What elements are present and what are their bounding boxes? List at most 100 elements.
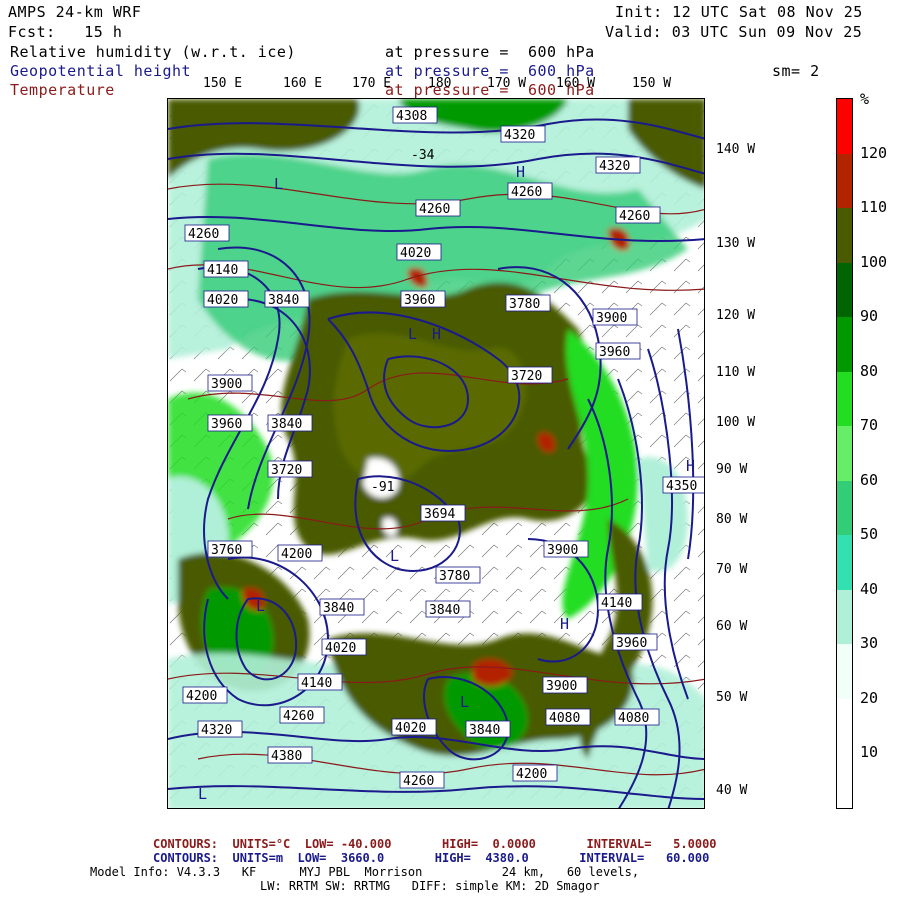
lon-label-right: 140 W	[716, 142, 756, 157]
height-label: 3840	[429, 603, 460, 618]
field-hgt-name: Geopotential height	[10, 62, 192, 80]
high-marker: H	[516, 163, 525, 181]
valid-time: Valid: 03 UTC Sun 09 Nov 25	[605, 23, 863, 41]
lon-label-right: 40 W	[716, 783, 748, 798]
field-rh-name: Relative humidity (w.r.t. ice)	[10, 43, 296, 61]
lon-label-top: 160 E	[283, 76, 323, 91]
height-label: 4350	[666, 479, 697, 494]
footer-model-info: Model Info: V4.3.3 KF MYJ PBL Morrison 2…	[90, 865, 640, 879]
height-label: 4260	[619, 209, 650, 224]
colorbar-tick-label: 70	[860, 416, 879, 435]
height-label: 3960	[616, 636, 647, 651]
colorbar-tick-label: 30	[860, 634, 879, 653]
high-marker: H	[432, 325, 441, 343]
height-label: 3720	[271, 463, 302, 478]
high-marker: H	[560, 615, 569, 633]
height-label: 3760	[211, 543, 242, 558]
field-rh-level: at pressure = 600 hPa	[385, 43, 595, 61]
high-marker: H	[686, 457, 695, 475]
colorbar-segment	[837, 208, 852, 264]
colorbar-tick-label: 20	[860, 688, 879, 707]
height-label: 4260	[283, 709, 314, 724]
height-label: 4020	[395, 721, 426, 736]
colorbar-segment	[837, 262, 852, 318]
height-label: 3900	[546, 679, 577, 694]
low-marker: L	[408, 325, 417, 343]
height-label: 4140	[601, 596, 632, 611]
height-label: 4020	[325, 641, 356, 656]
colorbar-segment	[837, 480, 852, 536]
height-label: 3780	[439, 569, 470, 584]
height-label: 3780	[509, 297, 540, 312]
temp-label: -91	[371, 480, 394, 495]
lon-label-right: 90 W	[716, 462, 748, 477]
lon-label-right: 60 W	[716, 619, 748, 634]
lon-label-top: 160 W	[556, 76, 596, 91]
lon-label-top: 150 E	[203, 76, 243, 91]
colorbar-segment	[837, 317, 852, 373]
colorbar-segment	[837, 535, 852, 591]
lon-label-right: 70 W	[716, 562, 748, 577]
lon-label-right: 110 W	[716, 365, 756, 380]
height-label: 4140	[207, 263, 238, 278]
height-label: 4020	[400, 246, 431, 261]
colorbar-segment	[837, 589, 852, 645]
colorbar-tick-label: 90	[860, 307, 879, 326]
colorbar-segment	[837, 698, 852, 754]
colorbar-unit: %	[860, 90, 870, 108]
lon-label-right: 80 W	[716, 512, 748, 527]
height-label: 3840	[469, 723, 500, 738]
colorbar-tick-label: 10	[860, 743, 879, 762]
footer-height-contours: CONTOURS: UNITS=m LOW= 3660.0 HIGH= 4380…	[153, 851, 710, 865]
humidity-colorbar	[836, 98, 853, 809]
init-time: Init: 12 UTC Sat 08 Nov 25	[615, 3, 863, 21]
height-label: 3694	[424, 507, 455, 522]
height-label: 3840	[271, 417, 302, 432]
lon-label-top: 150 W	[632, 76, 672, 91]
height-label: 4080	[618, 711, 649, 726]
colorbar-segment	[837, 753, 852, 809]
height-label: 4200	[281, 547, 312, 562]
forecast-hour: Fcst: 15 h	[8, 23, 123, 41]
footer-temp-contours: CONTOURS: UNITS=°C LOW= -40.000 HIGH= 0.…	[153, 837, 717, 851]
temp-label: -34	[411, 148, 435, 163]
colorbar-tick-label: 40	[860, 579, 879, 598]
lon-label-right: 120 W	[716, 308, 756, 323]
field-temp-name: Temperature	[10, 81, 115, 99]
lon-label-top: 170 W	[487, 76, 527, 91]
model-title: AMPS 24-km WRF	[8, 3, 142, 21]
colorbar-segment	[837, 426, 852, 482]
lon-label-right: 100 W	[716, 415, 756, 430]
height-label: 4308	[396, 109, 427, 124]
height-label: 3720	[511, 369, 542, 384]
colorbar-tick-label: 50	[860, 525, 879, 544]
lon-label-top: 180	[428, 76, 452, 91]
height-label: 4320	[599, 159, 630, 174]
lon-label-right: 50 W	[716, 690, 748, 705]
lon-label-right: 130 W	[716, 236, 756, 251]
colorbar-tick-label: 60	[860, 470, 879, 489]
height-label: 4200	[186, 689, 217, 704]
colorbar-tick-label: 100	[860, 252, 888, 271]
height-label: 4080	[549, 711, 580, 726]
colorbar-tick-label: 110	[860, 198, 888, 217]
height-label: 3840	[268, 293, 299, 308]
colorbar-tick-label: 80	[860, 361, 879, 380]
low-marker: L	[198, 785, 207, 803]
low-marker: L	[460, 693, 469, 711]
height-label: 4320	[504, 128, 535, 143]
height-label: 3900	[211, 377, 242, 392]
colorbar-tick-label: 120	[860, 143, 888, 162]
height-label: 4260	[419, 202, 450, 217]
height-label: 3900	[596, 311, 627, 326]
height-label: 3840	[323, 601, 354, 616]
height-label: 3960	[404, 293, 435, 308]
low-marker: L	[274, 175, 283, 193]
low-marker: L	[390, 547, 399, 565]
height-label: 3900	[547, 543, 578, 558]
low-marker: L	[256, 597, 265, 615]
map-panel: 4308 4320 4320 4260 4260 4260 4260 4140 …	[167, 98, 705, 809]
height-label: 4260	[188, 227, 219, 242]
height-label: 4200	[516, 767, 547, 782]
colorbar-segment	[837, 99, 852, 155]
